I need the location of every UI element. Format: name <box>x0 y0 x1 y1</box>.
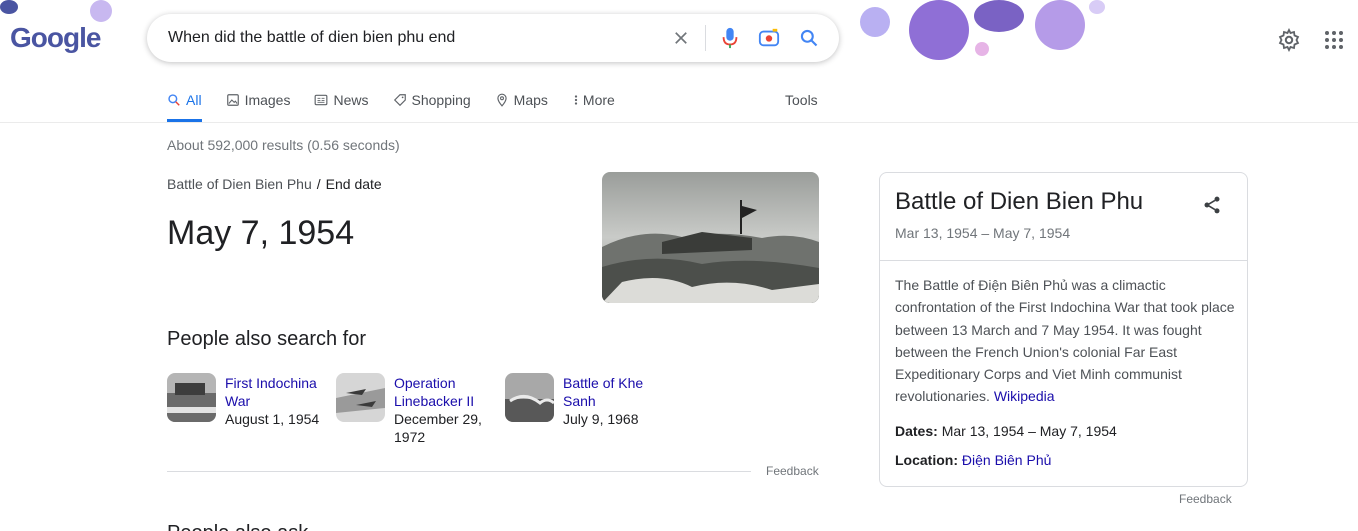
related-thumbnail[interactable] <box>336 373 385 422</box>
header-divider <box>0 122 1358 123</box>
kp-fact-location: Location: Điện Biên Phủ <box>895 452 1051 468</box>
doodle-figure-image <box>974 0 1024 32</box>
doodle-dot <box>860 7 890 37</box>
tab-news[interactable]: News <box>314 88 369 122</box>
related-link[interactable]: Battle of Khe Sanh <box>563 374 663 410</box>
kp-fact-value: Mar 13, 1954 – May 7, 1954 <box>941 423 1117 439</box>
tab-maps[interactable]: Maps <box>495 88 548 122</box>
related-date: August 1, 1954 <box>225 411 320 427</box>
doodle-dot <box>975 42 989 56</box>
people-also-ask-title: People also ask <box>167 522 308 531</box>
tab-label: Shopping <box>411 92 471 108</box>
kp-title: Battle of Dien Bien Phu <box>895 188 1144 215</box>
wikipedia-link[interactable]: Wikipedia <box>994 388 1055 404</box>
tab-label: Images <box>244 92 291 108</box>
kp-fact-label: Location: <box>895 452 958 468</box>
doodle-dot <box>0 0 18 14</box>
related-thumbnail[interactable] <box>167 373 216 422</box>
search-input[interactable]: When did the battle of dien bien phu end <box>168 29 455 47</box>
tab-label: All <box>186 92 202 108</box>
breadcrumb-current: End date <box>325 176 382 192</box>
camera-lens-icon[interactable] <box>757 26 781 50</box>
tab-more[interactable]: More <box>572 88 615 122</box>
tab-shopping[interactable]: Shopping <box>393 88 471 122</box>
search-icon <box>168 94 180 106</box>
tab-label: Maps <box>513 92 548 108</box>
section-divider <box>167 471 751 472</box>
search-tabs: All Images News Shopping Maps More <box>167 88 639 122</box>
logo-text: Google <box>10 22 101 53</box>
news-icon <box>315 94 328 106</box>
kp-divider <box>880 260 1247 261</box>
people-also-search-title: People also search for <box>167 328 367 350</box>
tab-label: More <box>582 92 615 108</box>
doodle-dot <box>1089 0 1105 14</box>
breadcrumb-separator: / <box>316 176 321 192</box>
related-date: December 29, 1972 <box>394 411 482 445</box>
kp-fact-dates: Dates: Mar 13, 1954 – May 7, 1954 <box>895 423 1117 439</box>
related-thumbnail[interactable] <box>505 373 554 422</box>
google-doodle-logo[interactable]: Google <box>0 0 120 70</box>
battle-photo[interactable] <box>602 172 819 303</box>
tag-icon <box>393 94 406 107</box>
share-icon[interactable] <box>1202 195 1224 217</box>
more-vertical-icon <box>574 95 578 105</box>
doodle-dot <box>90 0 112 22</box>
search-icon[interactable] <box>797 26 821 50</box>
featured-answer: May 7, 1954 <box>167 214 355 252</box>
search-results-page: Google When did the battle of dien bien … <box>0 0 1358 531</box>
related-date: July 9, 1968 <box>563 411 639 427</box>
kp-subtitle: Mar 13, 1954 – May 7, 1954 <box>895 225 1071 241</box>
kp-description: The Battle of Điện Biên Phủ was a climac… <box>895 274 1235 408</box>
result-stats: About 592,000 results (0.56 seconds) <box>167 137 400 153</box>
search-divider <box>705 25 706 51</box>
microphone-icon[interactable] <box>718 26 742 50</box>
knowledge-panel: Battle of Dien Bien Phu Mar 13, 1954 – M… <box>879 172 1248 487</box>
breadcrumb-parent-link[interactable]: Battle of Dien Bien Phu <box>167 176 312 192</box>
tab-label: News <box>333 92 369 108</box>
tab-images[interactable]: Images <box>226 88 291 122</box>
apps-grid-icon[interactable] <box>1322 28 1346 52</box>
settings-gear-icon[interactable] <box>1277 27 1301 53</box>
related-link[interactable]: Operation Linebacker II <box>394 374 494 410</box>
map-pin-icon <box>497 93 507 107</box>
related-link[interactable]: First Indochina War <box>225 374 325 410</box>
image-icon <box>226 94 239 106</box>
doodle-figure-image <box>1035 0 1085 50</box>
clear-icon[interactable] <box>669 26 693 50</box>
answer-breadcrumb: Battle of Dien Bien Phu / End date <box>167 176 382 192</box>
kp-description-text: The Battle of Điện Biên Phủ was a climac… <box>895 277 1235 405</box>
kp-fact-label: Dates: <box>895 423 938 439</box>
tab-all[interactable]: All <box>167 88 202 122</box>
location-link[interactable]: Điện Biên Phủ <box>962 452 1052 468</box>
tools-button[interactable]: Tools <box>785 92 818 108</box>
search-box[interactable]: When did the battle of dien bien phu end <box>147 14 839 62</box>
kp-feedback-link[interactable]: Feedback <box>1179 492 1232 506</box>
doodle-figure-image <box>909 0 969 60</box>
feedback-link[interactable]: Feedback <box>766 464 819 478</box>
